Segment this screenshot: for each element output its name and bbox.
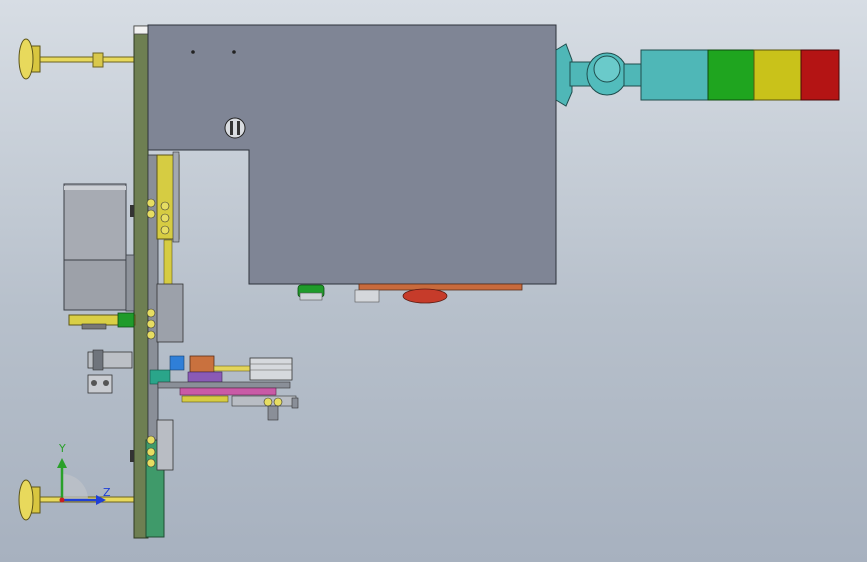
vertical-rail-assembly <box>146 151 184 471</box>
orientation-triad[interactable] <box>57 458 106 505</box>
stack-light[interactable] <box>555 43 840 107</box>
screw-hole <box>191 50 195 54</box>
screw-hole <box>232 50 236 54</box>
assembly-drawing <box>18 24 840 539</box>
cad-viewport[interactable]: Y Z <box>0 0 867 562</box>
leveling-foot-top[interactable] <box>18 38 137 80</box>
axis-z-label: Z <box>103 486 111 499</box>
axis-y-label: Y <box>59 442 66 455</box>
main-housing[interactable] <box>147 24 557 285</box>
motor-bracket <box>68 312 136 330</box>
knob-icon[interactable] <box>224 117 246 139</box>
motor[interactable] <box>63 183 135 312</box>
small-cylinder-left <box>87 349 133 394</box>
housing-bottom-fittings <box>297 283 523 304</box>
horizontal-slide-assembly <box>149 355 299 421</box>
